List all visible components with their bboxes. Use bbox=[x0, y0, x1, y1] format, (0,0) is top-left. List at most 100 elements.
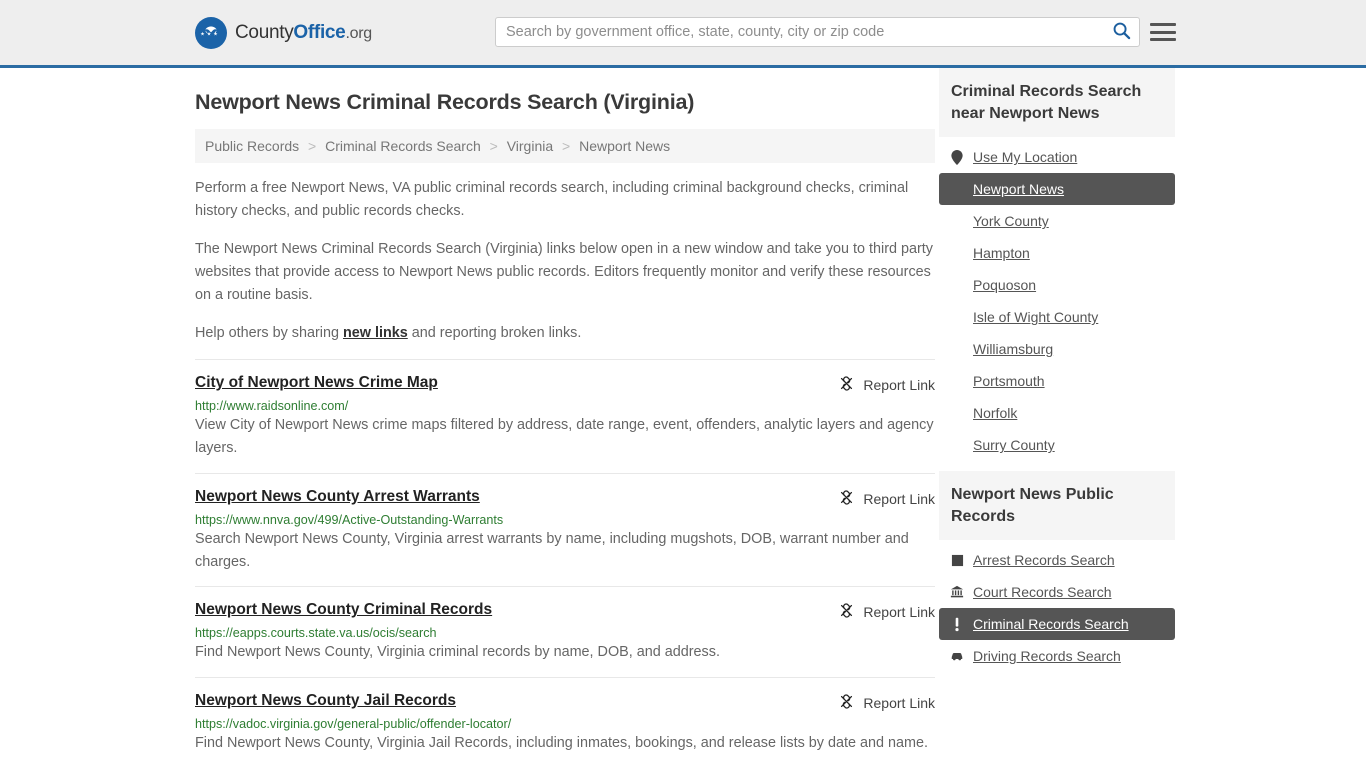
map-pin-icon bbox=[950, 149, 964, 165]
broken-link-icon bbox=[838, 375, 855, 395]
nearby-item-portsmouth[interactable]: Portsmouth bbox=[939, 365, 1175, 397]
nearby-item-surry-county[interactable]: Surry County bbox=[939, 429, 1175, 461]
nearby-item-williamsburg[interactable]: Williamsburg bbox=[939, 333, 1175, 365]
report-link-button[interactable]: Report Link bbox=[838, 692, 935, 713]
listing-title-link[interactable]: Newport News County Arrest Warrants bbox=[195, 488, 480, 506]
nearby-item-label: Norfolk bbox=[973, 405, 1018, 422]
listing-header: Newport News County Criminal Records Rep… bbox=[195, 601, 935, 622]
nearby-item-york-county[interactable]: York County bbox=[939, 205, 1175, 237]
report-link-button[interactable]: Report Link bbox=[838, 601, 935, 622]
breadcrumb-separator: > bbox=[562, 138, 571, 154]
sidebar: Criminal Records Search near Newport New… bbox=[939, 68, 1175, 767]
report-link-button[interactable]: Report Link bbox=[838, 488, 935, 509]
hamburger-menu-icon-bar bbox=[1150, 38, 1176, 41]
listing-item-3: Newport News County Jail Records Report … bbox=[195, 676, 935, 767]
broken-link-icon bbox=[838, 602, 855, 622]
brand-tld: .org bbox=[345, 24, 372, 42]
intro-paragraph-1: Perform a free Newport News, VA public c… bbox=[195, 180, 909, 220]
intro-paragraph-2: The Newport News Criminal Records Search… bbox=[195, 240, 933, 304]
nearby-searches-heading: Criminal Records Search near Newport New… bbox=[939, 68, 1175, 138]
nearby-item-label: Isle of Wight County bbox=[973, 309, 1099, 326]
records-item-label: Driving Records Search bbox=[973, 648, 1121, 665]
search-input[interactable] bbox=[496, 24, 1103, 40]
listing-url: https://vadoc.virginia.gov/general-publi… bbox=[195, 716, 512, 731]
page-container: Newport News Criminal Records Search (Vi… bbox=[0, 68, 1366, 767]
records-item-court-records-search[interactable]: Court Records Search bbox=[939, 576, 1175, 608]
nearby-item-label: Portsmouth bbox=[973, 373, 1045, 390]
site-logo-link[interactable]: CountyOffice.org bbox=[195, 16, 372, 49]
breadcrumb-item-newport-news[interactable]: Newport News bbox=[579, 138, 670, 154]
hamburger-menu-button[interactable] bbox=[1150, 19, 1176, 45]
nearby-item-label: Use My Location bbox=[973, 149, 1078, 166]
breadcrumb-item-public-records[interactable]: Public Records bbox=[205, 138, 299, 154]
countyoffice-logo-icon bbox=[195, 16, 227, 49]
nearby-item-poquoson[interactable]: Poquoson bbox=[939, 269, 1175, 301]
listing-title-link[interactable]: Newport News County Criminal Records bbox=[195, 601, 492, 619]
breadcrumb-item-virginia[interactable]: Virginia bbox=[507, 138, 553, 154]
report-link-label: Report Link bbox=[863, 376, 935, 393]
listing-item-2: Newport News County Criminal Records Rep… bbox=[195, 586, 935, 676]
nearby-searches-list: Use My Location Newport News York County Ha… bbox=[939, 137, 1175, 461]
listing-description: Search Newport News County, Virginia arr… bbox=[195, 530, 909, 570]
report-link-label: Report Link bbox=[863, 694, 935, 711]
listing-header: City of Newport News Crime Map Report Li… bbox=[195, 374, 935, 395]
nearby-item-label: Surry County bbox=[973, 437, 1055, 454]
breadcrumb: Public Records > Criminal Records Search… bbox=[195, 129, 935, 163]
intro-text: Perform a free Newport News, VA public c… bbox=[195, 177, 935, 345]
courthouse-icon bbox=[950, 585, 964, 599]
report-link-label: Report Link bbox=[863, 490, 935, 507]
exclamation-icon bbox=[950, 617, 964, 632]
nearby-item-label: Williamsburg bbox=[973, 341, 1054, 358]
search-bar bbox=[495, 17, 1140, 47]
listing-url: https://eapps.courts.state.va.us/ocis/se… bbox=[195, 626, 437, 641]
fingerprint-icon bbox=[950, 554, 964, 567]
records-item-label: Criminal Records Search bbox=[973, 616, 1129, 633]
brand-part1: County bbox=[235, 21, 294, 43]
report-link-button[interactable]: Report Link bbox=[838, 374, 935, 395]
listing-description: Find Newport News County, Virginia crimi… bbox=[195, 644, 720, 661]
listing-description: View City of Newport News crime maps fil… bbox=[195, 416, 934, 457]
broken-link-icon bbox=[838, 693, 855, 713]
listing-title-link[interactable]: Newport News County Jail Records bbox=[195, 692, 456, 710]
listings-container: City of Newport News Crime Map Report Li… bbox=[195, 358, 935, 767]
nearby-item-hampton[interactable]: Hampton bbox=[939, 237, 1175, 269]
nearby-item-label: Newport News bbox=[973, 181, 1065, 198]
records-item-driving-records-search[interactable]: Driving Records Search bbox=[939, 640, 1175, 672]
listing-url: https://www.nnva.gov/499/Active-Outstand… bbox=[195, 512, 504, 527]
listing-item-1: Newport News County Arrest Warrants Repo… bbox=[195, 472, 935, 587]
intro-paragraph-3: Help others by sharing new links and rep… bbox=[195, 322, 935, 345]
search-button[interactable] bbox=[1103, 18, 1139, 46]
nearby-item-newport-news[interactable]: Newport News bbox=[939, 173, 1175, 206]
records-item-criminal-records-search[interactable]: Criminal Records Search bbox=[939, 608, 1175, 641]
hamburger-menu-icon-bar bbox=[1150, 30, 1176, 34]
listing-header: Newport News County Jail Records Report … bbox=[195, 692, 935, 713]
nearby-item-isle-of-wight-county[interactable]: Isle of Wight County bbox=[939, 301, 1175, 333]
public-records-heading: Newport News Public Records bbox=[939, 471, 1175, 541]
hamburger-menu-icon-bar bbox=[1150, 23, 1176, 26]
nearby-item-use-my-location[interactable]: Use My Location bbox=[939, 141, 1175, 173]
nearby-item-label: Poquoson bbox=[973, 277, 1037, 294]
broken-link-icon bbox=[838, 489, 855, 509]
listing-title-link[interactable]: City of Newport News Crime Map bbox=[195, 374, 438, 392]
main-content: Newport News Criminal Records Search (Vi… bbox=[195, 68, 935, 767]
brand-part2: Office bbox=[293, 21, 346, 43]
intro-p3-before: Help others by sharing bbox=[195, 324, 343, 341]
listing-description: Find Newport News County, Virginia Jail … bbox=[195, 734, 928, 751]
new-links-link[interactable]: new links bbox=[343, 325, 408, 341]
nearby-item-label: York County bbox=[973, 213, 1049, 230]
breadcrumb-separator: > bbox=[308, 138, 317, 154]
nearby-item-norfolk[interactable]: Norfolk bbox=[939, 397, 1175, 429]
nearby-item-label: Hampton bbox=[973, 245, 1030, 262]
breadcrumb-separator: > bbox=[489, 138, 498, 154]
listing-header: Newport News County Arrest Warrants Repo… bbox=[195, 488, 935, 509]
records-item-label: Court Records Search bbox=[973, 584, 1112, 601]
nearby-searches-panel: Criminal Records Search near Newport New… bbox=[939, 68, 1175, 461]
search-icon bbox=[1112, 21, 1131, 43]
public-records-panel: Newport News Public Records Arrest Recor… bbox=[939, 471, 1175, 672]
records-item-arrest-records-search[interactable]: Arrest Records Search bbox=[939, 544, 1175, 576]
site-logo-text: CountyOffice.org bbox=[235, 22, 372, 44]
public-records-list: Arrest Records Search Court Records Searc… bbox=[939, 540, 1175, 672]
records-item-label: Arrest Records Search bbox=[973, 552, 1115, 569]
breadcrumb-item-criminal-records-search[interactable]: Criminal Records Search bbox=[325, 138, 481, 154]
site-header: CountyOffice.org bbox=[0, 0, 1366, 68]
